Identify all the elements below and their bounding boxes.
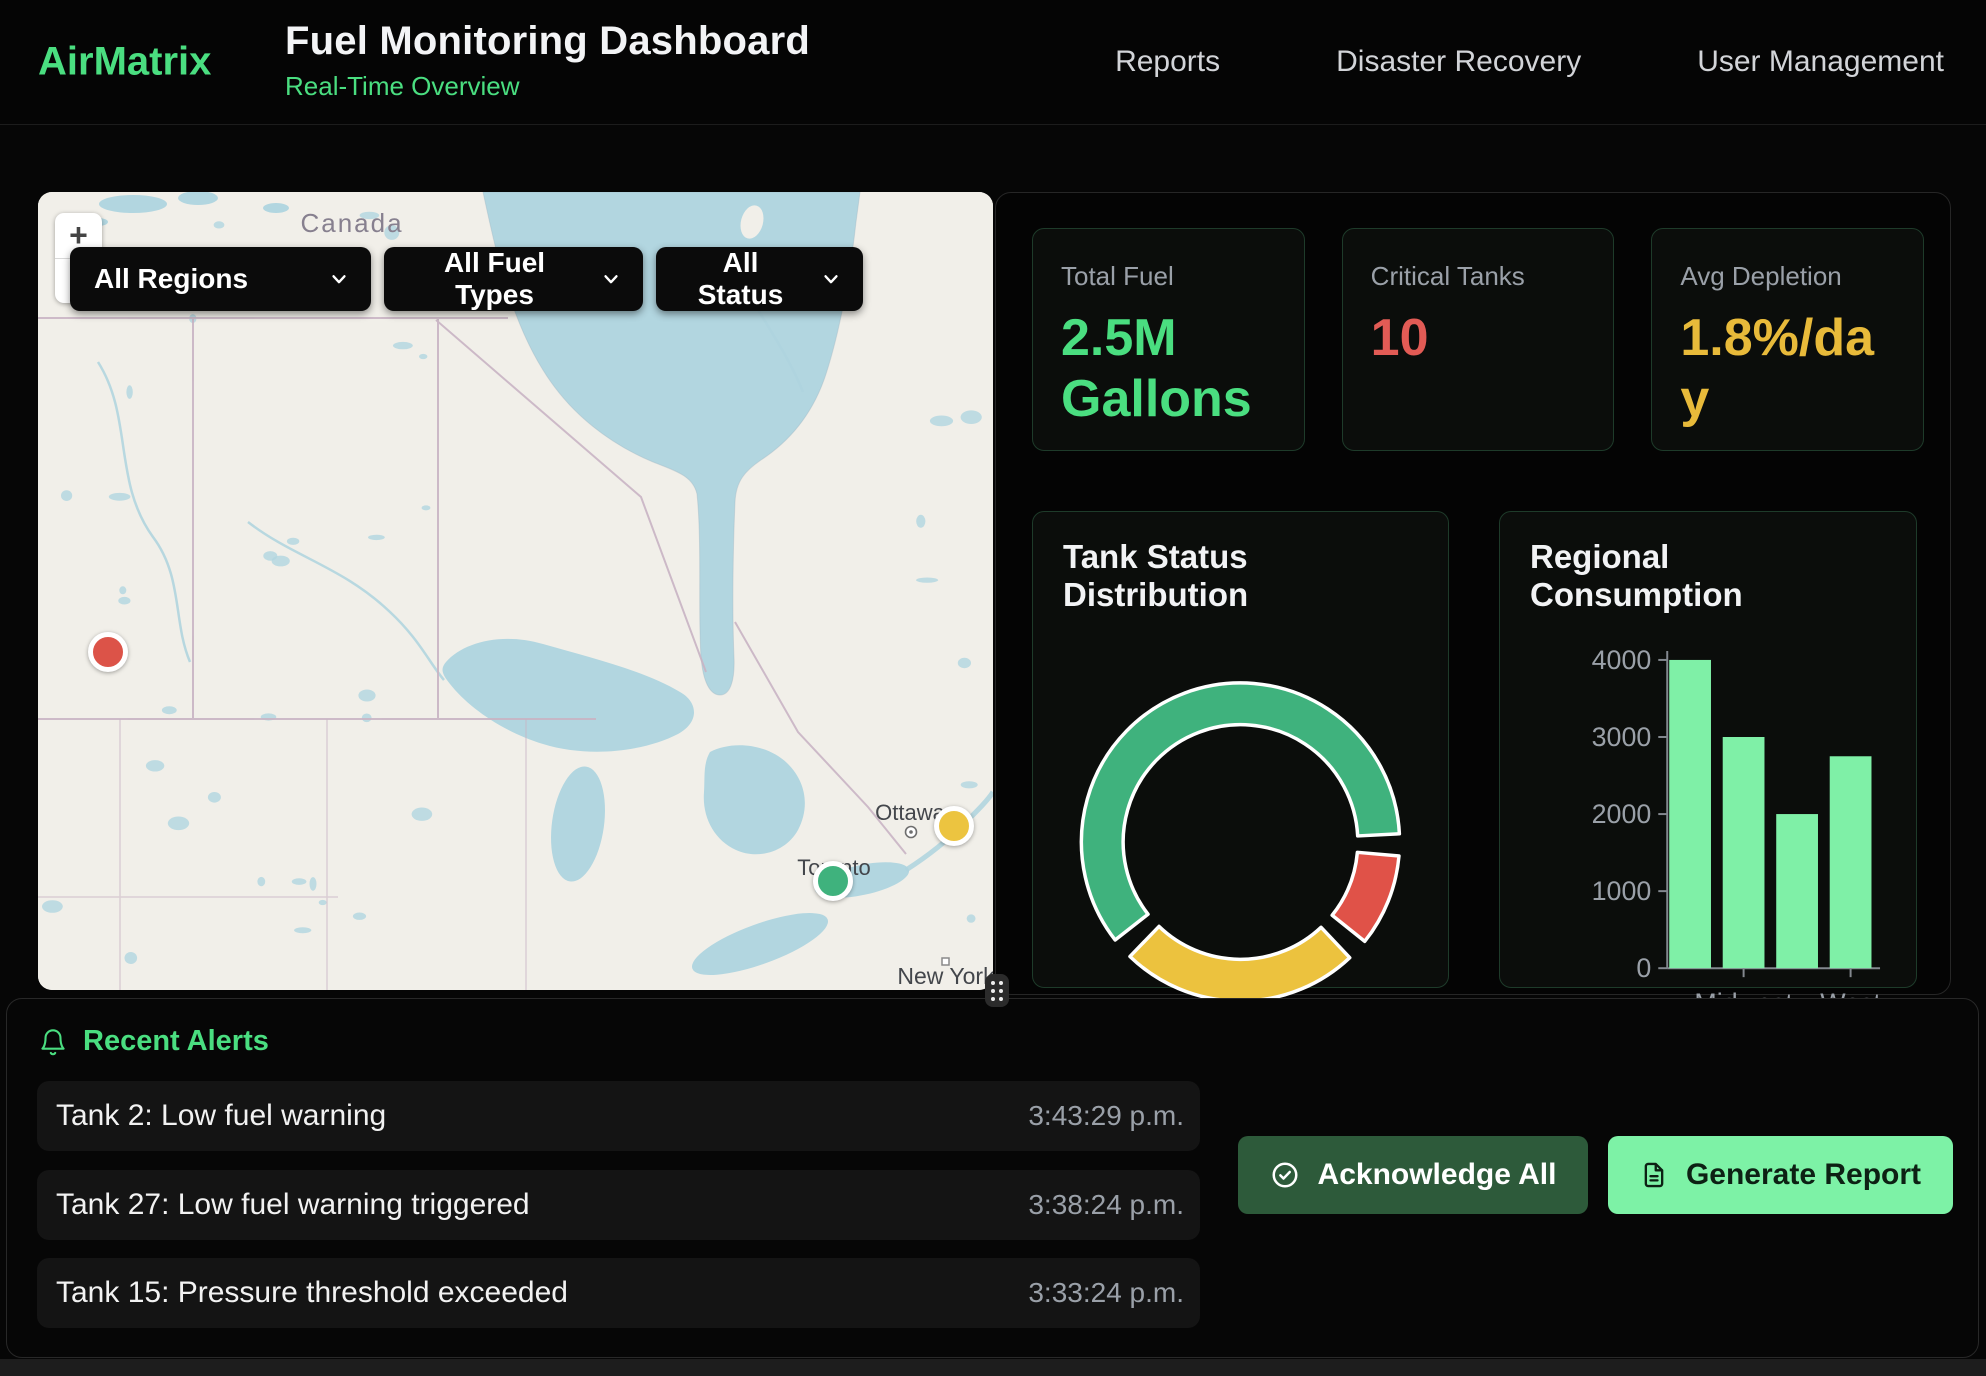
bar-wrap: 01000200030004000MidwestWest bbox=[1530, 630, 1886, 1022]
chart-title: Tank Status Distribution bbox=[1063, 538, 1418, 614]
nav-disaster-recovery[interactable]: Disaster Recovery bbox=[1336, 45, 1581, 79]
svg-text:1000: 1000 bbox=[1592, 876, 1652, 906]
map-filters: All Regions All Fuel Types All Status bbox=[70, 247, 863, 311]
stat-value: 1.8%/day bbox=[1680, 308, 1885, 431]
filter-regions-select[interactable]: All Regions bbox=[70, 247, 371, 311]
stats-panel: Total Fuel 2.5M Gallons Critical Tanks 1… bbox=[995, 192, 1951, 995]
alert-row[interactable]: Tank 27: Low fuel warning triggered 3:38… bbox=[37, 1170, 1200, 1240]
filter-status-label: All Status bbox=[680, 247, 801, 311]
filter-fuel-types-select[interactable]: All Fuel Types bbox=[384, 247, 643, 311]
map-label-country: Canada bbox=[300, 208, 403, 238]
stat-label: Avg Depletion bbox=[1680, 261, 1895, 292]
chevron-down-icon bbox=[329, 269, 349, 289]
stat-value: 10 bbox=[1371, 308, 1576, 369]
map-panel: Canada Ottawa Toronto New York + − All R… bbox=[38, 192, 993, 990]
svg-text:0: 0 bbox=[1636, 953, 1651, 983]
alert-message: Tank 2: Low fuel warning bbox=[56, 1099, 386, 1133]
regional-consumption-bar-chart: 01000200030004000MidwestWest bbox=[1530, 630, 1886, 1022]
regional-consumption-chart-card: Regional Consumption 01000200030004000Mi… bbox=[1499, 511, 1917, 988]
stat-card-avg-depletion: Avg Depletion 1.8%/day bbox=[1651, 228, 1924, 451]
stat-card-total-fuel: Total Fuel 2.5M Gallons bbox=[1032, 228, 1305, 451]
stat-value: 2.5M Gallons bbox=[1061, 308, 1266, 431]
alert-row[interactable]: Tank 15: Pressure threshold exceeded 3:3… bbox=[37, 1258, 1200, 1328]
svg-text:3000: 3000 bbox=[1592, 722, 1652, 752]
svg-text:4000: 4000 bbox=[1592, 645, 1652, 675]
filter-fuel-types-label: All Fuel Types bbox=[408, 247, 581, 311]
tank-status-donut-chart bbox=[1063, 670, 1418, 1014]
tank-marker-critical[interactable] bbox=[88, 632, 128, 672]
alert-row[interactable]: Tank 2: Low fuel warning 3:43:29 p.m. bbox=[37, 1081, 1200, 1151]
document-icon bbox=[1640, 1160, 1668, 1190]
page-subtitle: Real-Time Overview bbox=[285, 71, 810, 102]
alerts-header: Recent Alerts bbox=[39, 1025, 269, 1058]
page-title: Fuel Monitoring Dashboard bbox=[285, 19, 810, 64]
charts-row: Tank Status Distribution Regional Consum… bbox=[1032, 511, 1917, 988]
alert-message: Tank 15: Pressure threshold exceeded bbox=[56, 1276, 568, 1310]
generate-report-label: Generate Report bbox=[1686, 1158, 1921, 1192]
map-city-square-new-york bbox=[942, 958, 949, 965]
donut-wrap bbox=[1063, 670, 1418, 1014]
grip-dots-icon bbox=[991, 981, 1003, 1001]
dashboard-root: AirMatrix Fuel Monitoring Dashboard Real… bbox=[0, 0, 1986, 1376]
tank-marker-warning[interactable] bbox=[934, 806, 974, 846]
generate-report-button[interactable]: Generate Report bbox=[1608, 1136, 1953, 1214]
check-circle-icon bbox=[1270, 1160, 1300, 1190]
chevron-down-icon bbox=[821, 269, 841, 289]
bottom-strip bbox=[0, 1359, 1986, 1376]
chart-title: Regional Consumption bbox=[1530, 538, 1886, 614]
title-block: Fuel Monitoring Dashboard Real-Time Over… bbox=[285, 19, 810, 102]
stats-row: Total Fuel 2.5M Gallons Critical Tanks 1… bbox=[1032, 228, 1924, 451]
tank-marker-normal[interactable] bbox=[813, 861, 853, 901]
alert-timestamp: 3:43:29 p.m. bbox=[1028, 1100, 1184, 1132]
stat-label: Total Fuel bbox=[1061, 261, 1276, 292]
alerts-title: Recent Alerts bbox=[83, 1025, 269, 1058]
bell-icon bbox=[39, 1026, 67, 1058]
stat-label: Critical Tanks bbox=[1371, 261, 1586, 292]
filter-regions-label: All Regions bbox=[94, 263, 248, 295]
filter-status-select[interactable]: All Status bbox=[656, 247, 863, 311]
acknowledge-all-label: Acknowledge All bbox=[1318, 1158, 1557, 1192]
top-nav: Reports Disaster Recovery User Managemen… bbox=[1115, 0, 1944, 124]
svg-text:2000: 2000 bbox=[1592, 799, 1652, 829]
app-logo[interactable]: AirMatrix bbox=[38, 40, 211, 85]
chevron-down-icon bbox=[601, 269, 621, 289]
map-city-dot-ottawa bbox=[906, 827, 917, 838]
app-header: AirMatrix Fuel Monitoring Dashboard Real… bbox=[0, 0, 1986, 125]
map-label-new-york: New York bbox=[897, 963, 993, 989]
alerts-panel: Recent Alerts Tank 2: Low fuel warning 3… bbox=[6, 998, 1979, 1358]
alert-timestamp: 3:38:24 p.m. bbox=[1028, 1189, 1184, 1221]
nav-reports[interactable]: Reports bbox=[1115, 45, 1220, 79]
map-resize-handle[interactable] bbox=[985, 974, 1009, 1007]
nav-user-management[interactable]: User Management bbox=[1697, 45, 1944, 79]
stat-card-critical-tanks: Critical Tanks 10 bbox=[1342, 228, 1615, 451]
alert-timestamp: 3:33:24 p.m. bbox=[1028, 1277, 1184, 1309]
acknowledge-all-button[interactable]: Acknowledge All bbox=[1238, 1136, 1588, 1214]
alert-message: Tank 27: Low fuel warning triggered bbox=[56, 1188, 530, 1222]
tank-status-chart-card: Tank Status Distribution bbox=[1032, 511, 1449, 988]
